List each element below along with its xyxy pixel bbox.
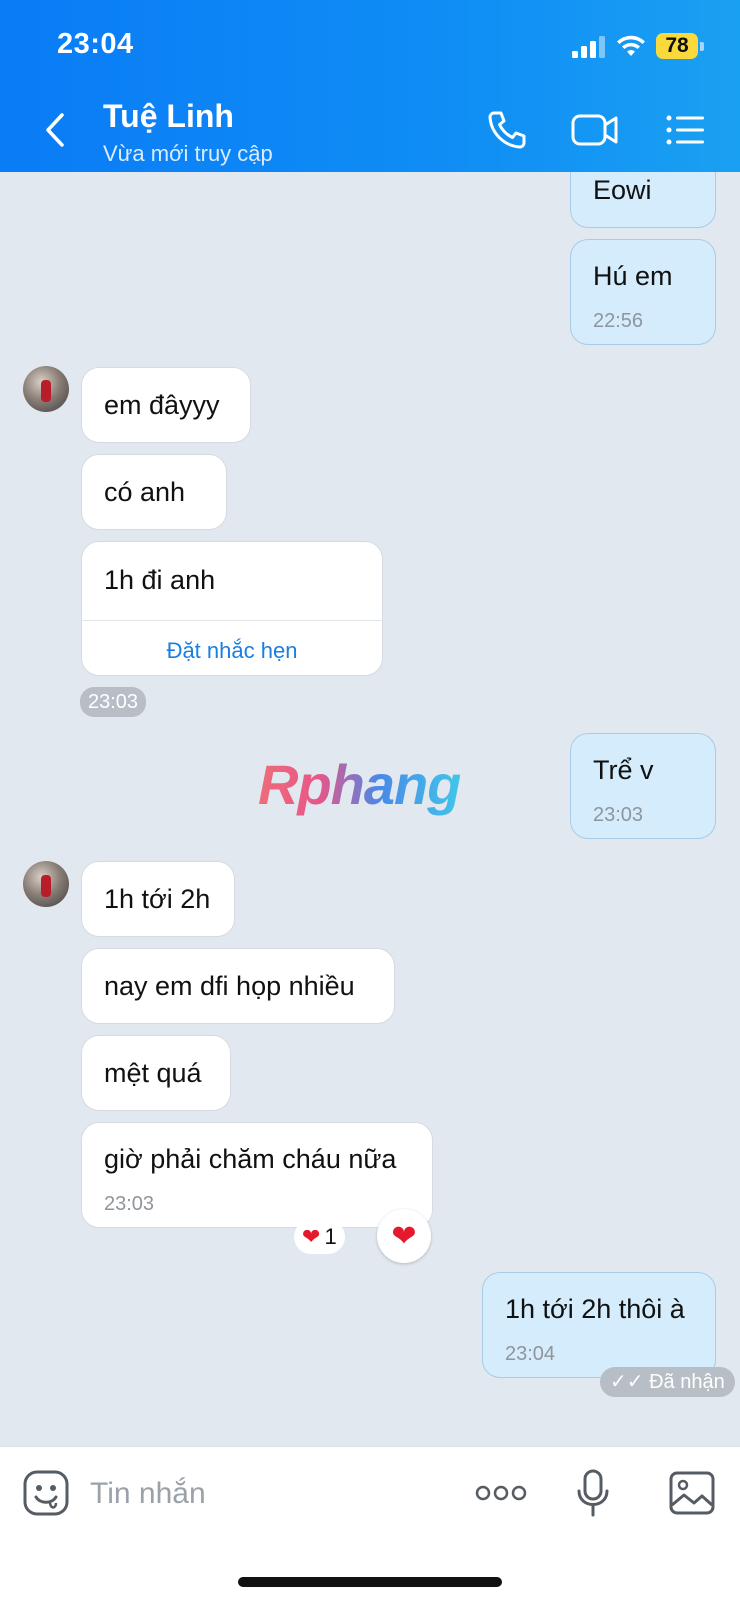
video-call-icon[interactable] <box>570 108 620 152</box>
message-text: giờ phải chăm cháu nữa <box>104 1144 397 1174</box>
message-text: mệt quá <box>104 1058 202 1088</box>
message-time: 23:03 <box>593 804 644 826</box>
message-list[interactable]: Eowi Hú em 22:56 em đâyyy có anh 1h đi a… <box>0 172 740 1446</box>
message-bubble-incoming[interactable]: em đâyyy <box>81 367 251 443</box>
menu-list-icon[interactable] <box>663 108 707 152</box>
battery-tip <box>700 42 704 51</box>
reaction-summary[interactable]: ❤ 1 <box>294 1220 345 1254</box>
set-reminder-button[interactable]: Đặt nhắc hẹn <box>82 634 382 668</box>
contact-name[interactable]: Tuệ Linh <box>103 98 234 135</box>
message-bubble-outgoing[interactable]: Eowi <box>570 172 716 228</box>
status-time: 23:04 <box>57 28 134 60</box>
message-text: 1h tới 2h <box>104 884 211 914</box>
avatar[interactable] <box>23 366 69 412</box>
message-input[interactable] <box>88 1469 452 1519</box>
message-bubble-incoming[interactable]: nay em dfi họp nhiều <box>81 948 395 1024</box>
message-text: Trể v <box>593 755 654 785</box>
message-text: Eowi <box>593 175 652 205</box>
heart-icon: ❤ <box>391 1219 417 1253</box>
message-bubble-outgoing[interactable]: 1h tới 2h thôi à 23:04 <box>482 1272 716 1378</box>
heart-icon: ❤ <box>302 1224 321 1249</box>
received-label: Đã nhận <box>649 1371 725 1393</box>
image-gallery-icon[interactable] <box>668 1469 716 1517</box>
microphone-icon[interactable] <box>570 1469 618 1517</box>
home-indicator[interactable] <box>238 1577 502 1587</box>
cellular-signal-icon <box>572 36 605 58</box>
reaction-count: 1 <box>324 1224 337 1249</box>
message-bubble-incoming[interactable]: mệt quá <box>81 1035 231 1111</box>
message-time: 23:03 <box>104 1193 155 1215</box>
phone-call-icon[interactable] <box>485 108 529 152</box>
double-check-icon: ✓✓ <box>610 1371 644 1393</box>
message-text: 1h đi anh <box>104 565 216 595</box>
message-composer <box>0 1446 740 1601</box>
message-bubble-incoming[interactable]: 1h tới 2h <box>81 861 235 937</box>
battery-indicator: 78 <box>656 33 706 59</box>
message-time: 23:04 <box>505 1343 556 1365</box>
contact-status: Vừa mới truy cập <box>103 141 273 166</box>
message-time: 22:56 <box>593 310 644 332</box>
message-bubble-outgoing[interactable]: Hú em 22:56 <box>570 239 716 345</box>
back-button[interactable] <box>38 110 72 150</box>
message-text: Hú em <box>593 261 673 291</box>
react-heart-button[interactable]: ❤ <box>377 1209 431 1263</box>
message-bubble-incoming[interactable]: có anh <box>81 454 227 530</box>
time-badge: 23:03 <box>80 687 147 717</box>
divider <box>82 620 382 621</box>
message-text: có anh <box>104 477 186 507</box>
received-status: ✓✓ Đã nhận <box>600 1367 735 1397</box>
chat-header: 23:04 78 Tuệ Linh Vừa mới truy cập <box>0 0 740 172</box>
message-text: em đâyyy <box>104 390 220 420</box>
message-bubble-outgoing[interactable]: Trể v 23:03 <box>570 733 716 839</box>
avatar[interactable] <box>23 861 69 907</box>
message-bubble-incoming[interactable]: giờ phải chăm cháu nữa 23:03 <box>81 1122 433 1228</box>
watermark: Rphang <box>258 753 461 816</box>
battery-level: 78 <box>656 33 698 59</box>
message-bubble-incoming[interactable]: 1h đi anh Đặt nhắc hẹn <box>81 541 383 676</box>
sticker-icon[interactable] <box>22 1469 70 1517</box>
message-text: nay em dfi họp nhiều <box>104 971 355 1001</box>
wifi-icon <box>617 35 645 56</box>
more-options-icon[interactable] <box>474 1469 528 1517</box>
message-text: 1h tới 2h thôi à <box>505 1294 685 1324</box>
